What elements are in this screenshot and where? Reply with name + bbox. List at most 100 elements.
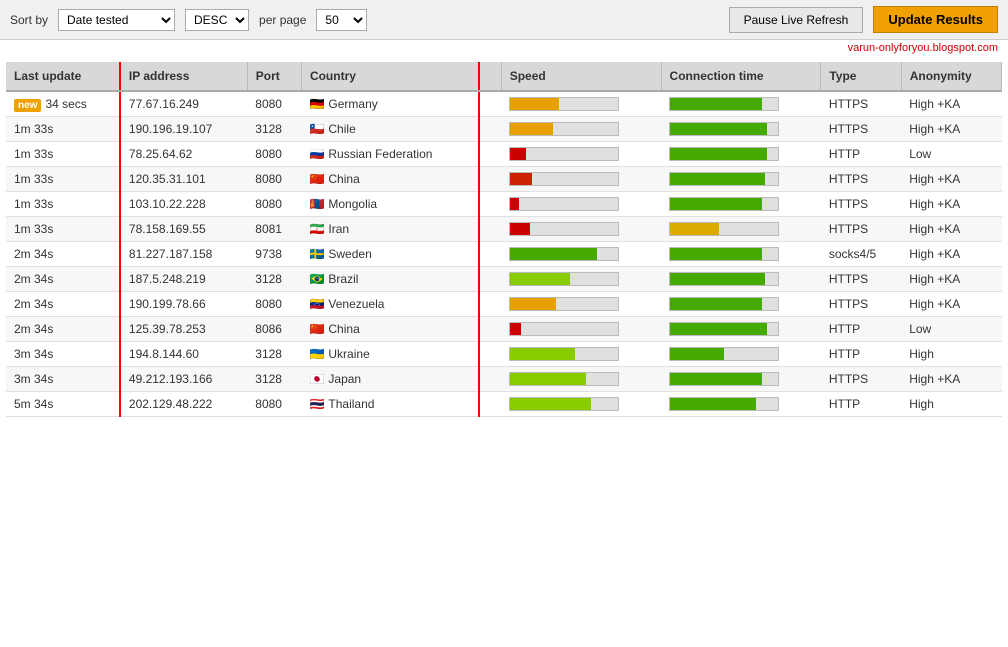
per-page-select[interactable]: 50 20 100 [316,9,367,31]
cell-conn-time [661,317,821,342]
cell-ip: 202.129.48.222 [120,392,247,417]
cell-speed [501,267,661,292]
cell-country: 🇷🇺Russian Federation [301,142,479,167]
cell-anonymity: Low [901,317,1001,342]
watermark-text: varun-onlyforyou.blogspot.com [0,40,1008,56]
cell-speed [501,342,661,367]
speed-bar [509,247,619,261]
speed-bar-fill [510,173,532,185]
cell-conn-time [661,367,821,392]
cell-country: 🇸🇪Sweden [301,242,479,267]
cell-port: 8080 [247,142,301,167]
speed-bar [509,222,619,236]
speed-bar-fill [510,398,591,410]
flag-icon: 🇩🇪 [309,97,324,111]
cell-conn-time [661,142,821,167]
sort-by-select[interactable]: Date tested IP address Port Country Spee… [58,9,175,31]
speed-bar-fill [510,248,596,260]
conn-bar-fill [670,148,767,160]
cell-last-update: 3m 34s [6,342,120,367]
conn-bar-fill [670,398,756,410]
cell-conn-time [661,217,821,242]
cell-ip: 190.196.19.107 [120,117,247,142]
cell-type: HTTPS [821,91,901,117]
cell-last-update: 2m 34s [6,317,120,342]
cell-conn-time [661,267,821,292]
conn-bar [669,347,779,361]
flag-icon: 🇻🇪 [309,297,324,311]
cell-port: 8080 [247,292,301,317]
cell-empty [479,242,501,267]
speed-bar-fill [510,148,526,160]
sort-toolbar: Sort by Date tested IP address Port Coun… [0,0,1008,40]
speed-bar-fill [510,198,519,210]
col-header-speed: Speed [501,62,661,91]
conn-bar [669,97,779,111]
conn-bar-fill [670,298,762,310]
order-select[interactable]: DESC ASC [185,9,249,31]
speed-bar [509,322,619,336]
speed-bar [509,372,619,386]
cell-last-update: 2m 34s [6,242,120,267]
conn-bar-fill [670,348,724,360]
cell-conn-time [661,117,821,142]
speed-bar [509,272,619,286]
speed-bar-fill [510,298,555,310]
cell-ip: 190.199.78.66 [120,292,247,317]
cell-ip: 125.39.78.253 [120,317,247,342]
table-row: 1m 33s120.35.31.1018080🇨🇳ChinaHTTPSHigh … [6,167,1002,192]
cell-port: 8080 [247,192,301,217]
cell-empty [479,392,501,417]
cell-last-update: 1m 33s [6,167,120,192]
cell-anonymity: High +KA [901,217,1001,242]
conn-bar-fill [670,323,767,335]
conn-bar-fill [670,248,762,260]
cell-country: 🇺🇦Ukraine [301,342,479,367]
cell-speed [501,167,661,192]
cell-country: 🇻🇪Venezuela [301,292,479,317]
cell-port: 8081 [247,217,301,242]
cell-ip: 78.25.64.62 [120,142,247,167]
col-header-ip: IP address [120,62,247,91]
speed-bar-fill [510,323,521,335]
sort-by-label: Sort by [10,13,48,27]
cell-speed [501,292,661,317]
cell-speed [501,117,661,142]
speed-bar-fill [510,348,575,360]
cell-speed [501,217,661,242]
conn-bar-fill [670,173,765,185]
conn-bar [669,147,779,161]
flag-icon: 🇨🇱 [309,122,324,136]
table-row: 2m 34s125.39.78.2538086🇨🇳ChinaHTTPLow [6,317,1002,342]
cell-country: 🇧🇷Brazil [301,267,479,292]
table-row: 1m 33s78.158.169.558081🇮🇷IranHTTPSHigh +… [6,217,1002,242]
cell-type: HTTPS [821,292,901,317]
speed-bar [509,172,619,186]
cell-last-update: 1m 33s [6,142,120,167]
cell-type: HTTPS [821,367,901,392]
cell-ip: 103.10.22.228 [120,192,247,217]
update-results-button[interactable]: Update Results [873,6,998,33]
proxy-table: Last update IP address Port Country Spee… [6,62,1002,417]
cell-country: 🇨🇱Chile [301,117,479,142]
cell-empty [479,317,501,342]
cell-port: 8080 [247,167,301,192]
flag-icon: 🇨🇳 [309,322,324,336]
speed-bar [509,122,619,136]
cell-empty [479,267,501,292]
cell-anonymity: Low [901,142,1001,167]
cell-type: HTTPS [821,217,901,242]
conn-bar-fill [670,373,762,385]
flag-icon: 🇮🇷 [309,222,324,236]
col-header-anonymity: Anonymity [901,62,1001,91]
pause-live-refresh-button[interactable]: Pause Live Refresh [729,7,864,33]
speed-bar-fill [510,123,553,135]
cell-port: 9738 [247,242,301,267]
cell-anonymity: High +KA [901,292,1001,317]
cell-last-update: 2m 34s [6,267,120,292]
table-row: 5m 34s202.129.48.2228080🇹🇭ThailandHTTPHi… [6,392,1002,417]
col-header-conn-time: Connection time [661,62,821,91]
table-row: 3m 34s49.212.193.1663128🇯🇵JapanHTTPSHigh… [6,367,1002,392]
speed-bar [509,147,619,161]
cell-country: 🇹🇭Thailand [301,392,479,417]
